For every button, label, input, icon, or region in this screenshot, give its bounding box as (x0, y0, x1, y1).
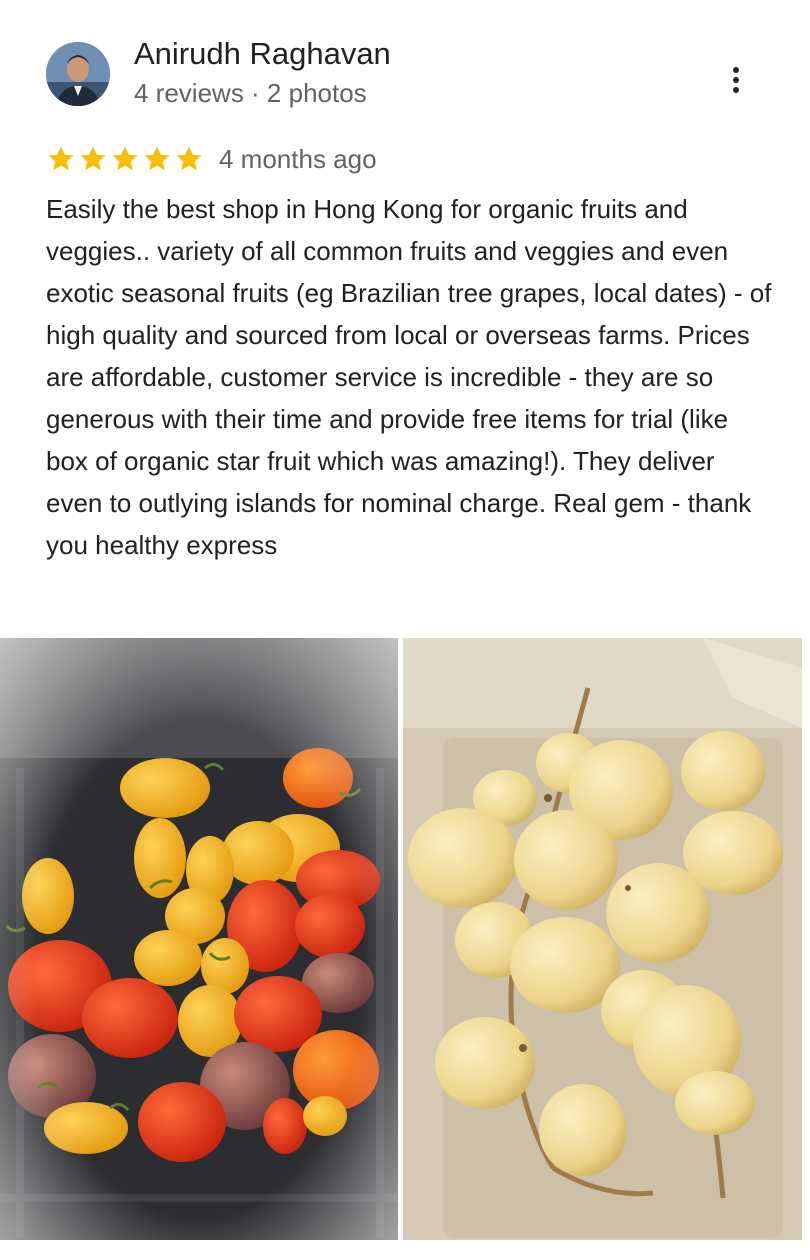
star-icon (144, 146, 170, 171)
review-time: 4 months ago (219, 144, 377, 174)
star-icon (48, 146, 74, 171)
reviewer-avatar[interactable] (46, 42, 110, 106)
reviewer-stats: 4 reviews · 2 photos (134, 78, 367, 108)
star-icon (80, 146, 106, 171)
review-text: Easily the best shop in Hong Kong for or… (46, 194, 772, 560)
star-icon (112, 146, 138, 171)
review-photo-tomatoes[interactable] (0, 638, 398, 1240)
star-rating (46, 144, 204, 176)
star-icon (176, 146, 202, 171)
more-vert-icon[interactable] (722, 60, 750, 100)
review-photo-dates[interactable] (403, 638, 802, 1240)
reviewer-name[interactable]: Anirudh Raghavan (134, 36, 391, 72)
